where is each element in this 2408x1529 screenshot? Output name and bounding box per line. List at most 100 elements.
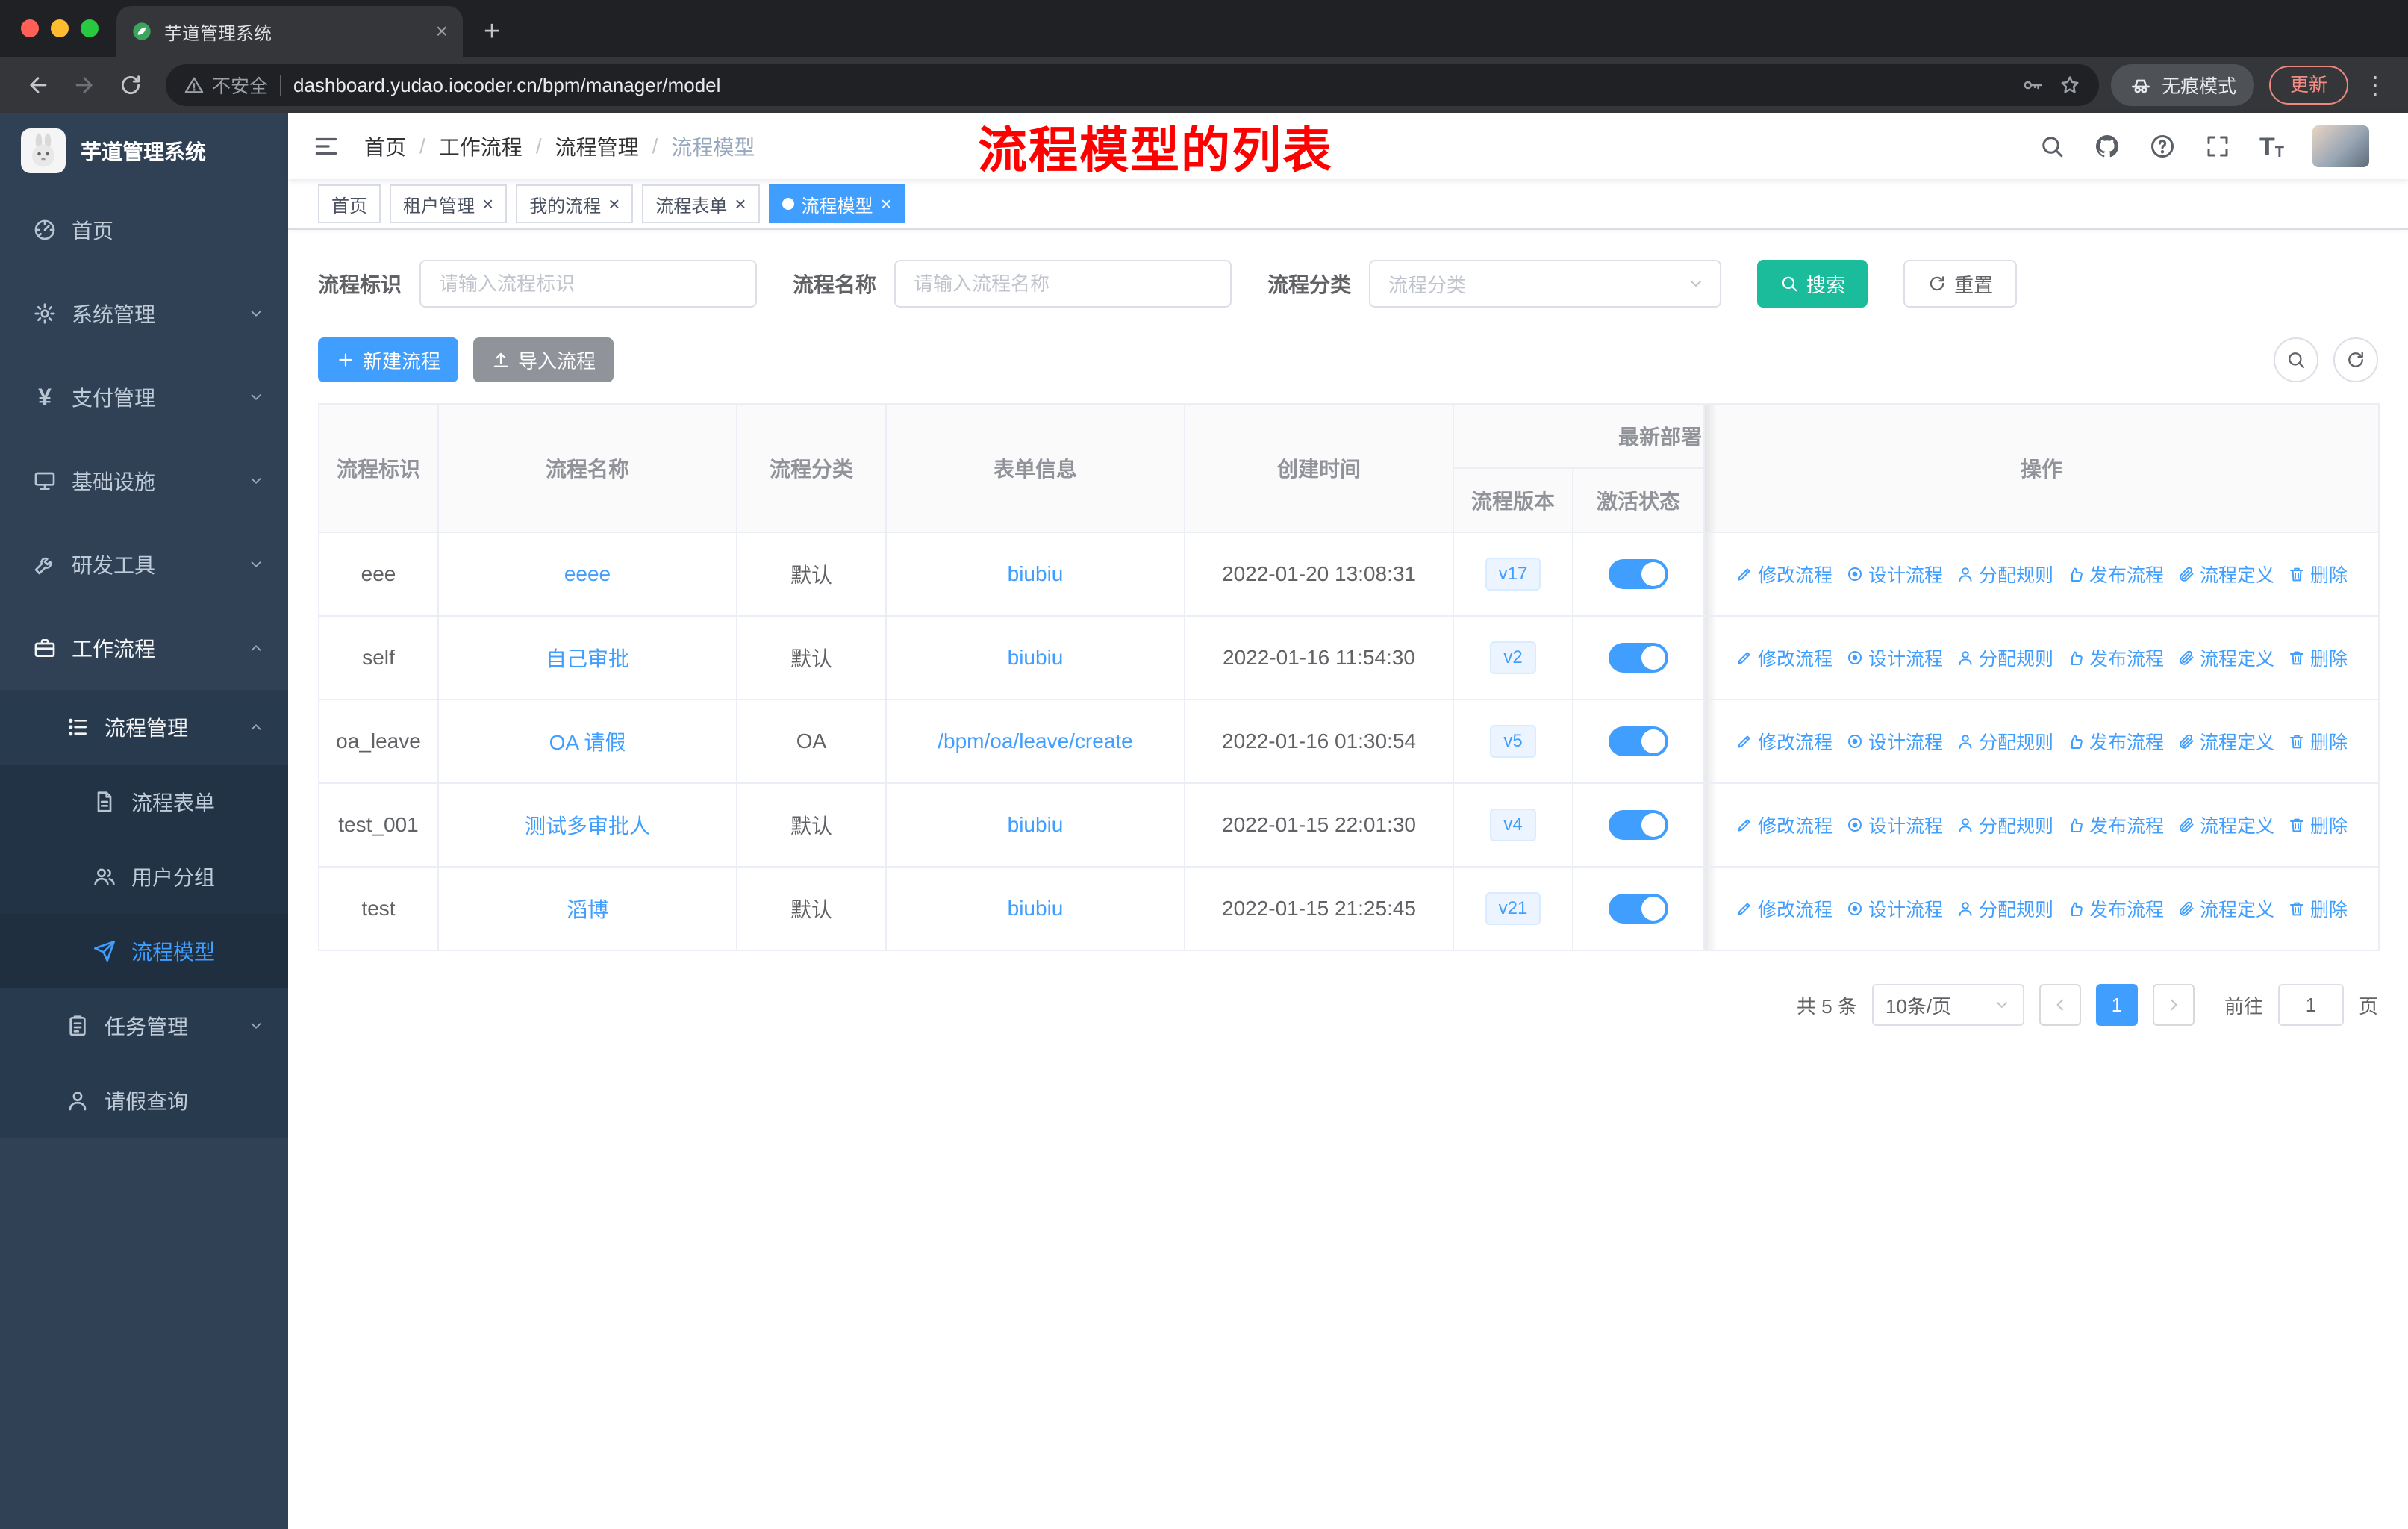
sidebar-item-payment[interactable]: ¥ 支付管理 — [0, 355, 288, 439]
browser-tab[interactable]: 芋道管理系统 × — [116, 6, 463, 57]
assign-rule-link[interactable]: 分配规则 — [1956, 812, 2053, 838]
search-icon[interactable] — [2039, 133, 2065, 160]
modify-flow-link[interactable]: 修改流程 — [1735, 644, 1832, 671]
password-key-icon[interactable] — [2021, 74, 2044, 96]
form-info-link[interactable]: biubiu — [1008, 813, 1064, 836]
help-icon[interactable] — [2149, 133, 2176, 160]
name-input[interactable] — [894, 260, 1232, 308]
design-flow-link[interactable]: 设计流程 — [1846, 812, 1943, 838]
zoom-window-button[interactable] — [81, 19, 99, 37]
import-flow-button[interactable]: 导入流程 — [473, 337, 614, 382]
back-icon[interactable] — [25, 72, 51, 98]
delete-link[interactable]: 删除 — [2288, 561, 2348, 588]
close-window-button[interactable] — [21, 19, 39, 37]
sidebar-item-system[interactable]: 系统管理 — [0, 272, 288, 355]
publish-flow-link[interactable]: 发布流程 — [2067, 561, 2164, 588]
assign-rule-link[interactable]: 分配规则 — [1956, 561, 2053, 588]
flow-name-link[interactable]: 测试多审批人 — [525, 815, 650, 838]
new-tab-button[interactable]: + — [484, 16, 500, 48]
refresh-table-button[interactable] — [2333, 337, 2378, 382]
prev-page-button[interactable] — [2039, 984, 2081, 1026]
flow-name-link[interactable]: 滔博 — [567, 898, 608, 921]
reload-icon[interactable] — [118, 72, 143, 98]
fullscreen-icon[interactable] — [2204, 133, 2231, 160]
toggle-search-button[interactable] — [2274, 337, 2318, 382]
next-page-button[interactable] — [2152, 984, 2195, 1026]
sidebar-item-infra[interactable]: 基础设施 — [0, 439, 288, 523]
tab-close-icon[interactable]: × — [436, 21, 448, 42]
sidebar-item-process-manage[interactable]: 流程管理 — [0, 690, 288, 764]
sidebar-item-process-form[interactable]: 流程表单 — [0, 764, 288, 839]
assign-rule-link[interactable]: 分配规则 — [1956, 895, 2053, 922]
update-button[interactable]: 更新 — [2268, 66, 2348, 105]
browser-menu-icon[interactable]: ⋮ — [2363, 71, 2387, 99]
flow-name-link[interactable]: 自己审批 — [546, 647, 629, 670]
address-bar[interactable]: 不安全 dashboard.yudao.iocoder.cn/bpm/manag… — [166, 64, 2099, 106]
bookmark-star-icon[interactable] — [2059, 74, 2081, 96]
user-avatar[interactable] — [2312, 125, 2369, 167]
page-size-select[interactable]: 10条/页 — [1871, 984, 2024, 1026]
create-flow-button[interactable]: 新建流程 — [318, 337, 459, 382]
goto-page-input[interactable] — [2277, 984, 2344, 1026]
tag-close-icon[interactable]: × — [881, 194, 892, 214]
assign-rule-link[interactable]: 分配规则 — [1956, 644, 2053, 671]
view-tag[interactable]: 首页 — [318, 184, 381, 223]
delete-link[interactable]: 删除 — [2288, 644, 2348, 671]
security-warning-icon[interactable] — [184, 75, 205, 96]
modify-flow-link[interactable]: 修改流程 — [1735, 728, 1832, 755]
page-number-button[interactable]: 1 — [2095, 984, 2138, 1026]
flow-definition-link[interactable]: 流程定义 — [2177, 644, 2274, 671]
modify-flow-link[interactable]: 修改流程 — [1735, 812, 1832, 838]
flow-name-link[interactable]: eeee — [564, 562, 611, 585]
sidebar-item-home[interactable]: 首页 — [0, 188, 288, 272]
sidebar-item-user-group[interactable]: 用户分组 — [0, 839, 288, 914]
tag-close-icon[interactable]: × — [608, 194, 620, 214]
active-toggle[interactable] — [1609, 726, 1668, 756]
flow-definition-link[interactable]: 流程定义 — [2177, 728, 2274, 755]
sidebar-item-process-model[interactable]: 流程模型 — [0, 914, 288, 988]
publish-flow-link[interactable]: 发布流程 — [2067, 812, 2164, 838]
breadcrumb-item[interactable]: 首页 — [364, 131, 406, 161]
publish-flow-link[interactable]: 发布流程 — [2067, 895, 2164, 922]
delete-link[interactable]: 删除 — [2288, 895, 2348, 922]
form-info-link[interactable]: biubiu — [1008, 562, 1064, 585]
design-flow-link[interactable]: 设计流程 — [1846, 728, 1943, 755]
key-input[interactable] — [419, 260, 758, 308]
view-tag[interactable]: 流程模型 × — [768, 184, 905, 223]
forward-icon[interactable] — [72, 72, 97, 98]
github-icon[interactable] — [2094, 133, 2121, 160]
font-size-icon[interactable]: TT — [2259, 133, 2284, 160]
search-button[interactable]: 搜索 — [1757, 260, 1868, 308]
assign-rule-link[interactable]: 分配规则 — [1956, 728, 2053, 755]
flow-definition-link[interactable]: 流程定义 — [2177, 895, 2274, 922]
sidebar-collapse-icon[interactable] — [312, 132, 340, 161]
view-tag[interactable]: 我的流程 × — [516, 184, 634, 223]
flow-definition-link[interactable]: 流程定义 — [2177, 812, 2274, 838]
sidebar-item-workflow[interactable]: 工作流程 — [0, 606, 288, 690]
delete-link[interactable]: 删除 — [2288, 812, 2348, 838]
design-flow-link[interactable]: 设计流程 — [1846, 895, 1943, 922]
minimize-window-button[interactable] — [51, 19, 69, 37]
view-tag[interactable]: 租户管理 × — [390, 184, 508, 223]
tag-close-icon[interactable]: × — [482, 194, 493, 214]
form-info-link[interactable]: biubiu — [1008, 897, 1064, 920]
flow-name-link[interactable]: OA 请假 — [549, 731, 626, 754]
view-tag[interactable]: 流程表单 × — [642, 184, 760, 223]
active-toggle[interactable] — [1609, 894, 1668, 924]
breadcrumb-item[interactable]: 工作流程 — [439, 131, 523, 161]
sidebar-item-devtools[interactable]: 研发工具 — [0, 523, 288, 606]
breadcrumb-item[interactable]: 流程管理 — [555, 131, 639, 161]
tag-close-icon[interactable]: × — [734, 194, 746, 214]
publish-flow-link[interactable]: 发布流程 — [2067, 644, 2164, 671]
active-toggle[interactable] — [1609, 643, 1668, 673]
form-info-link[interactable]: biubiu — [1008, 646, 1064, 669]
delete-link[interactable]: 删除 — [2288, 728, 2348, 755]
modify-flow-link[interactable]: 修改流程 — [1735, 561, 1832, 588]
publish-flow-link[interactable]: 发布流程 — [2067, 728, 2164, 755]
modify-flow-link[interactable]: 修改流程 — [1735, 895, 1832, 922]
active-toggle[interactable] — [1609, 810, 1668, 840]
category-select[interactable]: 流程分类 — [1369, 260, 1722, 308]
reset-button[interactable]: 重置 — [1903, 260, 2018, 308]
form-info-link[interactable]: /bpm/oa/leave/create — [938, 729, 1133, 753]
flow-definition-link[interactable]: 流程定义 — [2177, 561, 2274, 588]
